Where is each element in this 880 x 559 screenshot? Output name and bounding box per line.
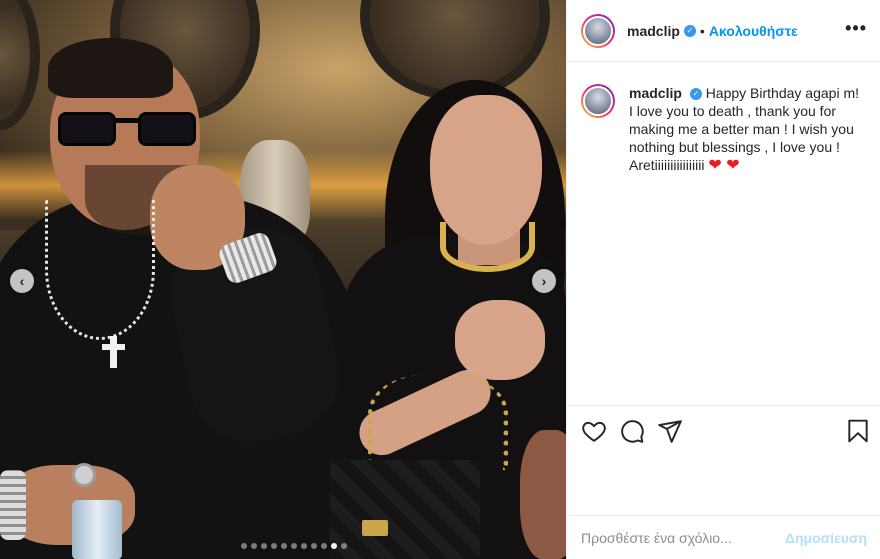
post-caption: madclip ✓ Happy Birthday agapi m! I love…: [581, 84, 871, 175]
man-chain: [45, 200, 155, 340]
carousel-dot: [251, 543, 257, 549]
woman-hand: [455, 300, 545, 380]
woman-necklace: [440, 222, 535, 272]
comment-input[interactable]: [581, 529, 785, 546]
heart-emoji: ❤ ❤: [708, 157, 740, 174]
handbag: [330, 460, 480, 559]
carousel-dot: [301, 543, 307, 549]
verified-badge-icon: ✓: [683, 24, 696, 37]
carousel-dot: [291, 543, 297, 549]
carousel-dots: [241, 543, 347, 549]
carousel-prev-button[interactable]: ‹: [10, 269, 34, 293]
cross-pendant: [110, 336, 117, 368]
share-icon[interactable]: [657, 418, 683, 444]
carousel-next-button[interactable]: ›: [532, 269, 556, 293]
carousel-dot: [311, 543, 317, 549]
caption-text-block: madclip ✓ Happy Birthday agapi m! I love…: [629, 84, 864, 175]
carousel-dot: [261, 543, 267, 549]
carousel-dot: [321, 543, 327, 549]
carousel-dot: [241, 543, 247, 549]
comment-icon[interactable]: [619, 418, 645, 444]
follow-button[interactable]: Ακολουθήστε: [709, 23, 798, 39]
post-header: madclip ✓ • Ακολουθήστε •••: [567, 0, 880, 62]
handbag-clasp: [362, 520, 388, 536]
post-comment-button[interactable]: Δημοσίευση: [785, 530, 867, 546]
man-hair: [48, 38, 173, 98]
man-sunglasses: [58, 108, 203, 146]
separator: •: [699, 22, 705, 39]
post-sidebar: madclip ✓ • Ακολουθήστε ••• madclip ✓ Ha…: [566, 0, 880, 559]
post-photo[interactable]: ‹ ›: [0, 0, 566, 559]
cross-pendant: [102, 344, 125, 350]
background-person: [520, 430, 566, 559]
avatar[interactable]: [581, 84, 615, 118]
caption-username[interactable]: madclip: [629, 85, 682, 101]
more-options-icon[interactable]: •••: [845, 18, 867, 39]
avatar[interactable]: [581, 13, 615, 48]
heart-icon[interactable]: [581, 418, 607, 444]
username-link[interactable]: madclip: [627, 23, 680, 39]
man-ring: [72, 463, 96, 487]
water-bottle: [72, 500, 122, 559]
carousel-dot: [281, 543, 287, 549]
carousel-dot: [331, 543, 337, 549]
carousel-dot: [271, 543, 277, 549]
post-actions: [567, 405, 880, 455]
carousel-dot: [341, 543, 347, 549]
bookmark-icon[interactable]: [845, 418, 871, 444]
verified-badge-icon: ✓: [689, 88, 702, 101]
comment-box: Δημοσίευση: [567, 515, 880, 559]
man-bracelet: [0, 470, 26, 540]
bag-strap: [368, 375, 508, 470]
